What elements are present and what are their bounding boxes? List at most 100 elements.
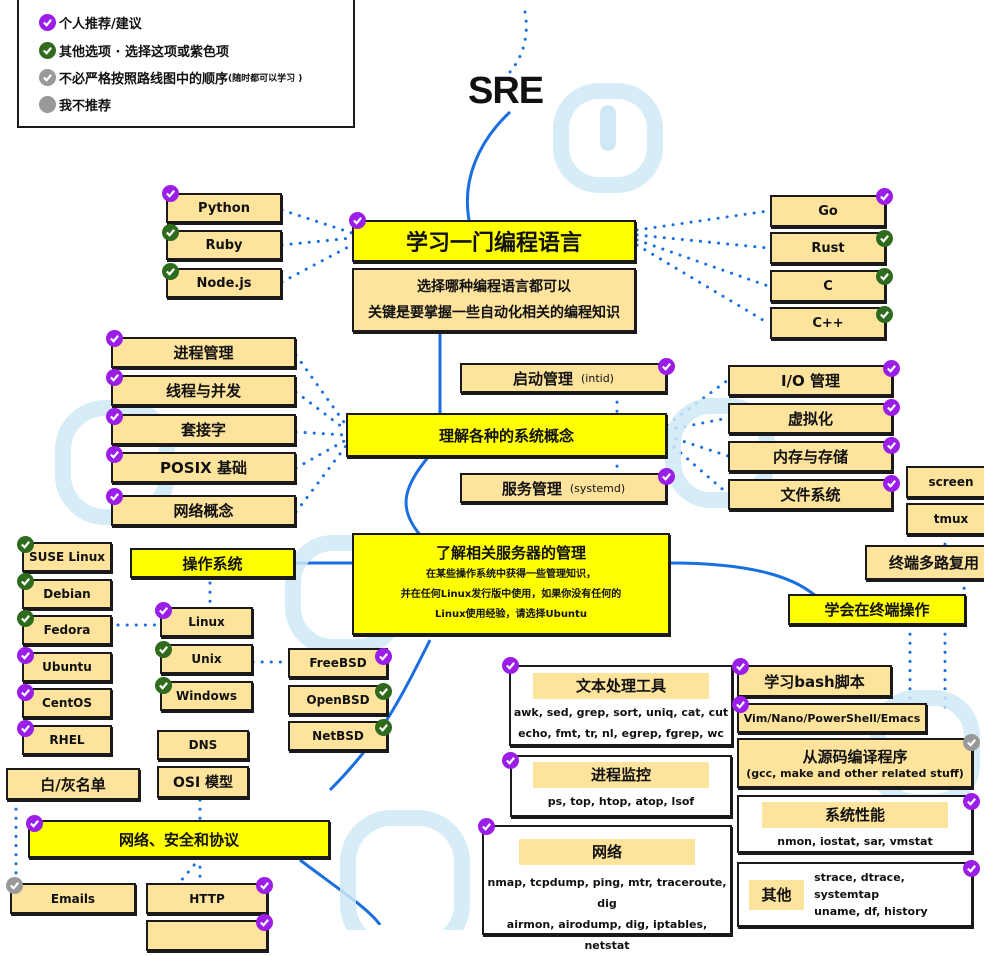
node-label: 内存与存储 [772, 448, 848, 466]
grey-check-icon [6, 877, 23, 894]
node-openbsd[interactable]: OpenBSD [288, 685, 388, 715]
node-nodejs[interactable]: Node.js [166, 268, 282, 298]
node-label: 启动管理 [513, 369, 574, 388]
node-screen[interactable]: screen [906, 466, 984, 498]
node-editors[interactable]: Vim/Nano/PowerShell/Emacs [737, 703, 927, 733]
purple-check-icon [502, 657, 519, 674]
node-virtualization[interactable]: 虚拟化 [728, 403, 893, 434]
node-cpp[interactable]: C++ [770, 307, 886, 339]
node-label: Node.js [196, 275, 252, 291]
green-check-icon [876, 230, 893, 247]
node-label: OpenBSD [306, 693, 370, 707]
node-label: 虚拟化 [787, 410, 833, 428]
legend-note: (随时都可以学习 ) [228, 74, 303, 84]
green-check-icon [162, 224, 179, 241]
node-label: 白/灰名单 [40, 775, 106, 794]
node-io-management[interactable]: I/O 管理 [728, 365, 893, 396]
node-tmux[interactable]: tmux [906, 503, 984, 535]
node-c[interactable]: C [770, 270, 886, 302]
tools-title: 其他 [749, 879, 805, 910]
legend: 个人推荐/建议 其他选项 · 选择这项或紫色项 不必严格按照路线图中的顺序 (随时… [17, 0, 355, 128]
node-sockets[interactable]: 套接字 [111, 414, 296, 445]
tools-system-performance[interactable]: 系统性能 nmon, iostat, sar, vmstat [737, 795, 973, 853]
node-compile-from-source[interactable]: 从源码编译程序 (gcc, make and other related stu… [737, 738, 973, 788]
node-sublabel: (systemd) [569, 481, 626, 495]
node-label: tmux [933, 512, 969, 526]
node-boot-management[interactable]: 启动管理 (intid) [460, 363, 667, 393]
purple-check-icon [349, 212, 366, 229]
node-label: 网络、安全和协议 [118, 830, 239, 849]
node-debian[interactable]: Debian [22, 579, 112, 609]
node-rust[interactable]: Rust [770, 232, 886, 264]
node-learn-programming[interactable]: 学习一门编程语言 [352, 220, 636, 262]
green-check-icon [17, 610, 34, 627]
node-emails[interactable]: Emails [10, 883, 136, 914]
node-label: C [823, 278, 833, 294]
node-label: 操作系统 [182, 554, 243, 573]
node-system-concepts[interactable]: 理解各种的系统概念 [346, 413, 667, 457]
node-whitelist-greylist[interactable]: 白/灰名单 [6, 768, 140, 800]
purple-check-icon [162, 185, 179, 202]
node-netbsd[interactable]: NetBSD [288, 721, 388, 751]
node-terminal-multiplexers[interactable]: 终端多路复用 [865, 545, 984, 580]
node-python[interactable]: Python [166, 193, 282, 223]
programming-description: 选择哪种编程语言都可以 关键是要掌握一些自动化相关的编程知识 [352, 268, 636, 332]
grey-dot-icon [39, 96, 56, 113]
node-label: 线程与并发 [165, 382, 241, 400]
legend-item: 其他选项 · 选择这项或紫色项 [39, 41, 229, 60]
node-go[interactable]: Go [770, 195, 886, 227]
node-linux[interactable]: Linux [160, 607, 253, 637]
node-http[interactable]: HTTP [146, 883, 268, 914]
node-service-management[interactable]: 服务管理 (systemd) [460, 473, 667, 503]
node-label: 了解相关服务器的管理 [435, 544, 586, 562]
node-sublabel: (intid) [581, 371, 614, 385]
node-operating-systems[interactable]: 操作系统 [130, 548, 295, 578]
node-bash-scripting[interactable]: 学习bash脚本 [737, 665, 892, 697]
tools-list: awk, sed, grep, sort, uniq, cat, cut [513, 706, 729, 719]
node-label: 学习一门编程语言 [405, 231, 582, 256]
green-check-icon [876, 268, 893, 285]
legend-label: 我不推荐 [59, 99, 112, 114]
node-label: 理解各种的系统概念 [438, 426, 574, 445]
node-suse-linux[interactable]: SUSE Linux [22, 542, 112, 572]
node-fedora[interactable]: Fedora [22, 615, 112, 645]
node-rhel[interactable]: RHEL [22, 725, 112, 755]
tools-list: nmap, tcpdump, ping, mtr, traceroute, di… [487, 876, 727, 910]
node-network-concepts[interactable]: 网络概念 [111, 495, 296, 526]
green-check-icon [162, 263, 179, 280]
node-dns[interactable]: DNS [157, 730, 249, 760]
node-ruby[interactable]: Ruby [166, 230, 282, 260]
green-check-icon [375, 719, 392, 736]
tools-list: strace, dtrace, systemtap [814, 871, 905, 901]
tools-text-processing[interactable]: 文本处理工具 awk, sed, grep, sort, uniq, cat, … [509, 665, 733, 746]
purple-check-icon [658, 468, 675, 485]
node-memory-storage[interactable]: 内存与存储 [728, 441, 893, 472]
node-label: 服务管理 [501, 479, 562, 498]
node-windows[interactable]: Windows [160, 681, 253, 711]
tools-list: airmon, airodump, dig, iptables, netstat [506, 918, 708, 952]
node-unix[interactable]: Unix [160, 644, 253, 674]
tools-networking[interactable]: 网络 nmap, tcpdump, ping, mtr, traceroute,… [482, 825, 732, 952]
node-freebsd[interactable]: FreeBSD [288, 648, 388, 678]
tools-other[interactable]: 其他 strace, dtrace, systemtap uname, df, … [737, 862, 973, 927]
node-label: Debian [43, 587, 91, 601]
node-centos[interactable]: CentOS [22, 688, 112, 718]
node-label: Rust [811, 240, 845, 256]
legend-label: 不必严格按照路线图中的顺序 [59, 72, 229, 87]
node-osi-model[interactable]: OSI 模型 [157, 766, 249, 798]
node-label: 文件系统 [780, 486, 841, 504]
node-label: HTTP [189, 891, 225, 906]
node-label: screen [928, 475, 974, 489]
node-ubuntu[interactable]: Ubuntu [22, 652, 112, 682]
node-label: Windows [176, 689, 237, 703]
node-learn-terminal[interactable]: 学会在终端操作 [788, 594, 966, 625]
node-process-management[interactable]: 进程管理 [111, 337, 296, 368]
tools-process-monitoring[interactable]: 进程监控 ps, top, htop, atop, lsof [510, 755, 732, 817]
node-threads-concurrency[interactable]: 线程与并发 [111, 375, 296, 406]
node-label: FreeBSD [309, 656, 367, 670]
node-server-management[interactable]: 了解相关服务器的管理 在某些操作系统中获得一些管理知识， 并在任何Linux发行… [352, 533, 670, 635]
node-posix-basics[interactable]: POSIX 基础 [111, 452, 296, 483]
node-network-security-protocols[interactable]: 网络、安全和协议 [28, 820, 330, 858]
purple-check-icon [963, 793, 980, 810]
node-file-systems[interactable]: 文件系统 [728, 479, 893, 510]
